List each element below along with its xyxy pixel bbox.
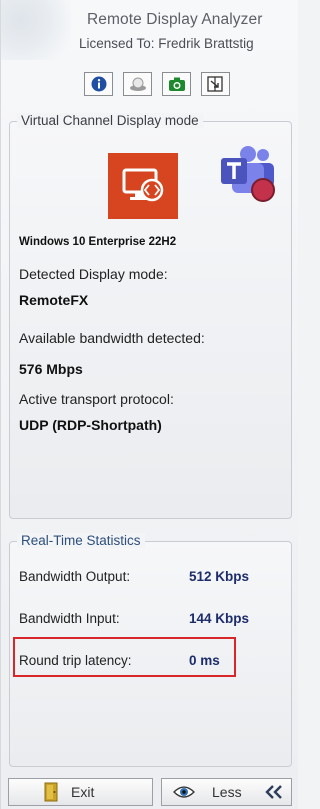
header: Remote Display Analyzer Licensed To: Fre… <box>1 0 299 104</box>
bandwidth-output-label: Bandwidth Output: <box>19 569 131 584</box>
os-name: Windows 10 Enterprise 22H2 <box>19 236 177 248</box>
eye-icon <box>172 785 196 799</box>
license-text: Licensed To: Fredrik Brattstig <box>79 36 254 51</box>
bandwidth-label: Available bandwidth detected: <box>19 330 205 346</box>
decorative-background <box>1 0 71 60</box>
bandwidth-output-value: 512 Kbps <box>189 569 250 584</box>
door-icon <box>41 782 61 802</box>
double-chevron-left-icon <box>264 785 284 799</box>
screenshot-button[interactable] <box>162 72 191 96</box>
toolbar <box>84 72 230 97</box>
teams-logo-icon <box>221 146 275 202</box>
bandwidth-input-label: Bandwidth Input: <box>19 611 120 626</box>
detected-mode-label: Detected Display mode: <box>19 266 168 282</box>
disc-icon <box>129 77 146 91</box>
latency-highlight-box <box>13 637 236 677</box>
footer: Exit Less <box>1 776 299 809</box>
transport-value: UDP (RDP-Shortpath) <box>19 417 162 433</box>
exit-label: Exit <box>71 784 95 800</box>
exit-button[interactable]: Exit <box>8 778 153 806</box>
camera-icon <box>168 77 185 91</box>
info-icon <box>91 76 106 92</box>
realtime-stats-legend: Real-Time Statistics <box>17 533 145 548</box>
transport-label: Active transport protocol: <box>19 391 174 407</box>
popout-button[interactable] <box>201 72 230 96</box>
bandwidth-value: 576 Mbps <box>19 361 83 377</box>
detected-mode-value: RemoteFX <box>19 292 89 308</box>
bandwidth-input-value: 144 Kbps <box>189 611 250 626</box>
info-button[interactable] <box>84 72 113 96</box>
less-button[interactable]: Less <box>161 778 292 806</box>
app-window: Remote Display Analyzer Licensed To: Fre… <box>0 0 298 809</box>
remote-desktop-logo-icon <box>108 153 178 219</box>
less-label: Less <box>212 784 242 800</box>
window-arrow-icon <box>207 76 223 92</box>
snapshot-button[interactable] <box>123 72 152 96</box>
app-title: Remote Display Analyzer <box>87 11 263 28</box>
display-mode-legend: Virtual Channel Display mode <box>17 113 203 128</box>
display-mode-group: Virtual Channel Display mode Windows 10 … <box>9 113 292 519</box>
